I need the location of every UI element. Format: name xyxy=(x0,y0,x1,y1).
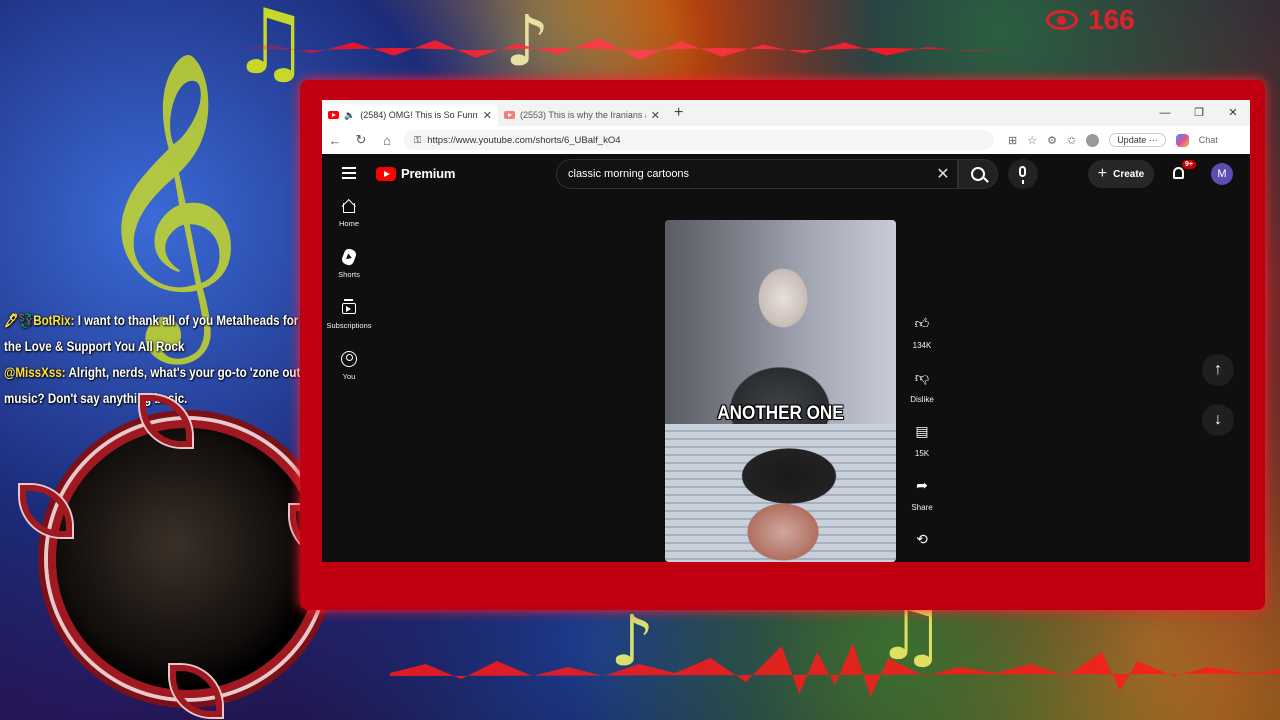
short-actions: 👍︎ 134K 👎︎ Dislike ▤ 15K ➦ Share ⟲ xyxy=(907,310,937,562)
video-frame-bottom xyxy=(665,424,896,562)
clear-search-icon[interactable]: ✕ xyxy=(929,164,957,184)
you-icon xyxy=(341,351,357,367)
tab-title: (2553) This is why the Iranians are xyxy=(520,110,646,120)
profile-icon[interactable] xyxy=(1086,133,1100,147)
youtube-masthead: Premium ✕ + Create 9+ M xyxy=(322,154,1250,194)
chat-message: 🖋💱BotRix: I want to thank all of you Met… xyxy=(4,308,305,360)
short-navigation: ↑ ↓ xyxy=(1202,354,1234,454)
viewer-counter: 166 xyxy=(1046,4,1135,36)
guide-label: Shorts xyxy=(338,270,360,279)
guide-item-subscriptions[interactable]: Subscriptions xyxy=(322,299,376,351)
speaker-icon[interactable]: 🔈 xyxy=(344,110,355,121)
back-arrow-icon[interactable]: ← xyxy=(322,133,348,148)
viewer-count: 166 xyxy=(1088,4,1135,35)
url-text: https://www.youtube.com/shorts/6_UBalf_k… xyxy=(427,134,621,146)
share-button[interactable]: ➦ Share xyxy=(907,472,937,526)
menu-icon[interactable] xyxy=(342,167,356,182)
plus-icon: + xyxy=(1097,165,1108,182)
tab-inactive[interactable]: (2553) This is why the Iranians are ✕ xyxy=(498,104,666,126)
close-tab-icon[interactable]: ✕ xyxy=(651,109,660,122)
guide-item-home[interactable]: Home xyxy=(322,198,376,249)
window-controls: — ❐ ✕ xyxy=(1148,100,1250,126)
webcam-feed xyxy=(48,420,326,698)
youtube-logo[interactable]: Premium xyxy=(376,166,455,181)
create-button[interactable]: + Create xyxy=(1088,160,1154,188)
next-short-arrow-icon[interactable]: ↓ xyxy=(1202,404,1234,436)
url-field[interactable]: ⚿ https://www.youtube.com/shorts/6_UBalf… xyxy=(404,130,994,150)
remix-button[interactable]: ⟲ xyxy=(907,526,937,562)
copilot-icon[interactable] xyxy=(1175,133,1189,147)
chat-username: @MissXss: xyxy=(4,365,66,380)
comments-button[interactable]: ▤ 15K xyxy=(907,418,937,472)
music-note-graphic: ♪ xyxy=(505,0,550,82)
youtube-logo-icon xyxy=(376,166,396,181)
minimize-icon[interactable]: — xyxy=(1148,100,1182,126)
eye-icon xyxy=(1046,10,1078,30)
guide-item-you[interactable]: You xyxy=(322,351,376,402)
video-caption: ANOTHER ONE xyxy=(717,403,844,424)
logo-text: Premium xyxy=(401,166,456,181)
notifications-button[interactable]: 9+ xyxy=(1170,160,1196,184)
treble-clef-graphic: 𝄞 xyxy=(90,49,244,351)
dislike-button[interactable]: 👎︎ Dislike xyxy=(907,364,937,418)
comment-count: 15K xyxy=(914,449,930,458)
favorites-icon[interactable]: ✩ xyxy=(1067,134,1076,147)
search-icon xyxy=(971,167,985,181)
video-frame-top xyxy=(665,220,896,424)
webcam-frame xyxy=(20,395,342,717)
avatar[interactable]: M xyxy=(1211,163,1233,185)
guide-item-shorts[interactable]: Shorts xyxy=(322,247,376,300)
share-icon: ➦ xyxy=(909,472,935,498)
chat-username: 🖋💱BotRix: xyxy=(4,313,75,328)
search-box: ✕ xyxy=(556,159,958,189)
thumbs-up-icon: 👍︎ xyxy=(909,310,935,336)
remix-icon: ⟲ xyxy=(909,526,935,552)
close-tab-icon[interactable]: ✕ xyxy=(483,109,492,122)
app-available-icon[interactable]: ⊞ xyxy=(1008,134,1017,147)
close-window-icon[interactable]: ✕ xyxy=(1216,100,1250,126)
create-label: Create xyxy=(1113,168,1145,180)
comment-icon: ▤ xyxy=(909,418,935,444)
extensions-icon[interactable]: ⚙ xyxy=(1047,134,1057,147)
mini-guide: Home Shorts Subscriptions You xyxy=(322,198,376,402)
shorts-icon xyxy=(340,247,358,267)
home-icon xyxy=(341,198,357,214)
voice-search-button[interactable] xyxy=(1008,159,1038,189)
thumbs-down-icon: 👎︎ xyxy=(909,364,935,390)
like-button[interactable]: 👍︎ 134K xyxy=(907,310,937,364)
address-bar-row: ← ↻ ⌂ ⚿ https://www.youtube.com/shorts/6… xyxy=(322,126,1250,155)
youtube-page: Premium ✕ + Create 9+ M xyxy=(322,154,1250,562)
youtube-favicon-icon xyxy=(504,111,515,119)
guide-label: Home xyxy=(338,219,359,228)
search-input[interactable] xyxy=(557,167,929,181)
refresh-icon[interactable]: ↻ xyxy=(348,132,374,148)
guide-label: You xyxy=(342,372,356,381)
bell-icon xyxy=(1173,167,1184,179)
home-browser-icon[interactable]: ⌂ xyxy=(374,133,400,148)
dislike-label: Dislike xyxy=(910,395,934,404)
restore-icon[interactable]: ❐ xyxy=(1182,100,1216,126)
microphone-icon xyxy=(1019,166,1026,184)
browser-toolbar: ⊞ ☆ ⚙ ✩ Update ··· Chat xyxy=(1008,133,1218,147)
guide-label: Subscriptions xyxy=(326,321,372,330)
update-button[interactable]: Update ··· xyxy=(1109,133,1166,147)
youtube-favicon-icon xyxy=(328,111,339,119)
share-label: Share xyxy=(911,503,933,512)
tab-active[interactable]: 🔈 (2584) OMG! This is So Funny ✕ xyxy=(322,104,498,126)
tab-bar: 🔈 (2584) OMG! This is So Funny ✕ (2553) … xyxy=(322,100,1250,126)
browser-window: 🔈 (2584) OMG! This is So Funny ✕ (2553) … xyxy=(322,100,1250,562)
previous-short-arrow-icon[interactable]: ↑ xyxy=(1202,354,1234,386)
favorite-star-icon[interactable]: ☆ xyxy=(1027,134,1037,147)
subscriptions-icon xyxy=(341,299,357,316)
like-count: 134K xyxy=(912,341,932,350)
tab-title: (2584) OMG! This is So Funny xyxy=(360,110,478,120)
chat-button[interactable]: Chat xyxy=(1199,135,1218,145)
short-video-player[interactable]: ANOTHER ONE xyxy=(665,220,896,562)
search-button[interactable] xyxy=(958,159,998,189)
new-tab-icon[interactable]: + xyxy=(674,104,683,122)
site-info-icon[interactable]: ⚿ xyxy=(414,135,421,146)
notification-badge: 9+ xyxy=(1182,160,1196,169)
